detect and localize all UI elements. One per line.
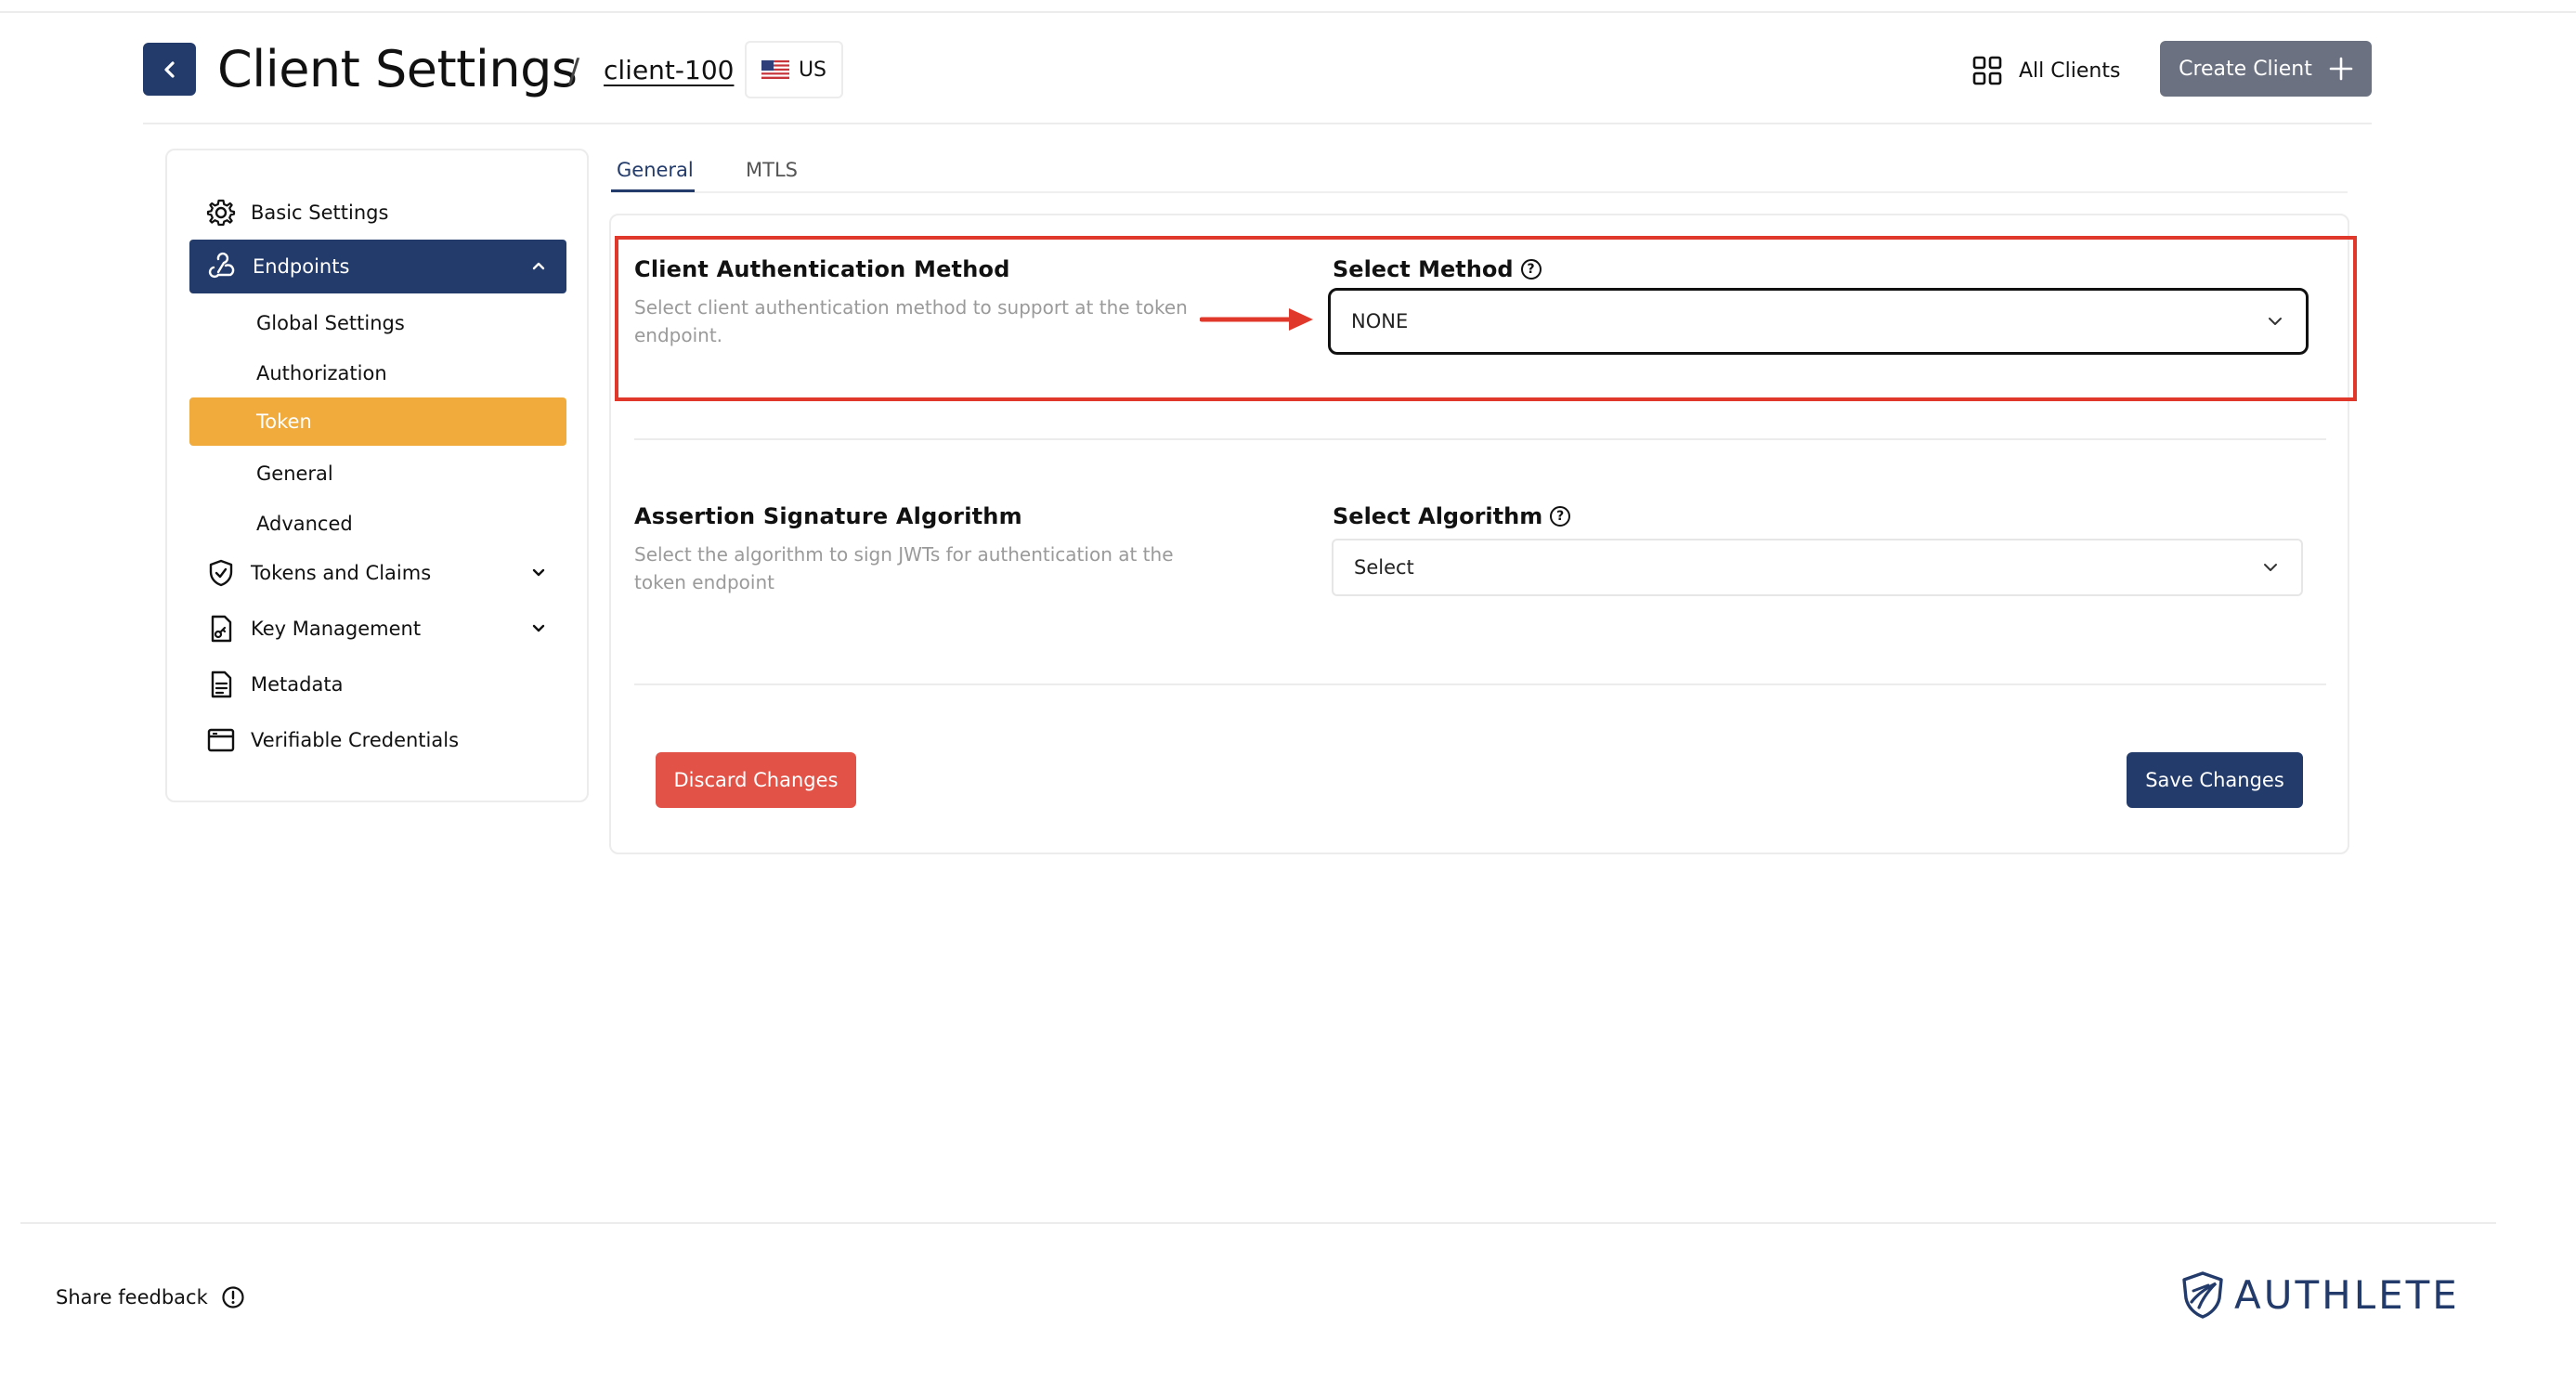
create-client-button[interactable]: Create Client xyxy=(2160,41,2372,97)
tab-general[interactable]: General xyxy=(617,156,694,184)
authlete-shield-logo-icon xyxy=(2182,1271,2223,1319)
sidebar-item-metadata[interactable]: Metadata xyxy=(189,657,566,711)
sidebar-item-tokens-and-claims[interactable]: Tokens and Claims xyxy=(189,546,566,600)
save-changes-button[interactable]: Save Changes xyxy=(2127,752,2303,808)
gear-icon xyxy=(206,199,236,227)
page-header: Client Settings / client-100 US All Clie… xyxy=(143,37,2372,102)
all-clients-label: All Clients xyxy=(2019,59,2121,83)
back-button[interactable] xyxy=(143,43,196,96)
share-feedback-link[interactable]: Share feedback xyxy=(56,1285,245,1309)
settings-sidebar: Basic Settings Endpoints Global Settings… xyxy=(165,149,589,802)
assertion-algorithm-title: Assertion Signature Algorithm xyxy=(634,503,1022,529)
section-divider xyxy=(634,683,2326,685)
section-divider xyxy=(634,438,2326,440)
help-icon[interactable]: ? xyxy=(1550,506,1571,527)
sidebar-item-basic-settings[interactable]: Basic Settings xyxy=(189,186,566,240)
create-client-label: Create Client xyxy=(2179,57,2312,81)
sidebar-item-label: Tokens and Claims xyxy=(251,562,432,584)
chevron-down-icon xyxy=(2264,564,2277,571)
assertion-algorithm-select[interactable]: Select xyxy=(1332,539,2303,596)
credential-card-icon xyxy=(207,728,235,752)
all-clients-button[interactable]: All Clients xyxy=(1972,50,2120,91)
breadcrumb-separator: / xyxy=(568,52,580,90)
sidebar-item-label: Basic Settings xyxy=(251,202,389,224)
plus-icon xyxy=(2329,57,2353,81)
brand-name: AUTHLETE xyxy=(2234,1271,2460,1318)
sidebar-subitem-token[interactable]: Token xyxy=(189,397,566,446)
arrow-right-annotation-icon xyxy=(1200,308,1313,331)
select-algorithm-label: Select Algorithm ? xyxy=(1333,503,1571,529)
tabs-baseline xyxy=(611,191,2348,193)
sidebar-item-label: Key Management xyxy=(251,618,422,640)
footer-divider xyxy=(20,1222,2496,1224)
select-algorithm-label-text: Select Algorithm xyxy=(1333,503,1543,529)
client-id-link[interactable]: client-100 xyxy=(604,50,734,91)
tab-mtls[interactable]: MTLS xyxy=(746,156,798,184)
active-tab-indicator xyxy=(611,189,695,192)
chevron-up-icon[interactable] xyxy=(529,256,548,275)
share-feedback-label: Share feedback xyxy=(56,1286,208,1308)
assertion-algorithm-description: Select the algorithm to sign JWTs for au… xyxy=(634,543,1174,593)
shield-check-icon xyxy=(209,559,233,587)
top-border xyxy=(0,11,2576,13)
sidebar-item-label: Metadata xyxy=(251,673,344,696)
webhook-icon xyxy=(208,252,235,279)
chevron-down-icon[interactable] xyxy=(529,618,548,637)
assertion-algorithm-value: Select xyxy=(1354,556,1414,579)
us-flag-icon xyxy=(761,60,789,79)
sidebar-item-label: Verifiable Credentials xyxy=(251,729,460,751)
page-title: Client Settings xyxy=(217,40,578,98)
sidebar-subitem-authorization[interactable]: Authorization xyxy=(189,349,566,397)
header-divider xyxy=(143,123,2372,124)
sidebar-item-key-management[interactable]: Key Management xyxy=(189,602,566,656)
highlight-annotation-box xyxy=(615,236,2357,401)
region-badge[interactable]: US xyxy=(745,41,843,98)
authlete-logo: AUTHLETE xyxy=(2180,1270,2460,1319)
chevron-left-icon xyxy=(163,60,175,78)
sidebar-subitem-general[interactable]: General xyxy=(189,449,566,498)
sidebar-item-verifiable-credentials[interactable]: Verifiable Credentials xyxy=(189,713,566,767)
sidebar-item-endpoints[interactable]: Endpoints xyxy=(189,240,566,293)
info-circle-icon xyxy=(222,1286,244,1308)
key-file-icon xyxy=(211,615,232,643)
chevron-down-icon[interactable] xyxy=(529,563,548,581)
discard-changes-button[interactable]: Discard Changes xyxy=(656,752,856,808)
sidebar-subitem-advanced[interactable]: Advanced xyxy=(189,500,566,548)
region-label: US xyxy=(798,58,827,82)
grid-icon xyxy=(1972,56,2002,85)
document-icon xyxy=(211,670,232,698)
sidebar-subitem-global-settings[interactable]: Global Settings xyxy=(189,299,566,347)
sidebar-item-label: Endpoints xyxy=(253,255,350,278)
